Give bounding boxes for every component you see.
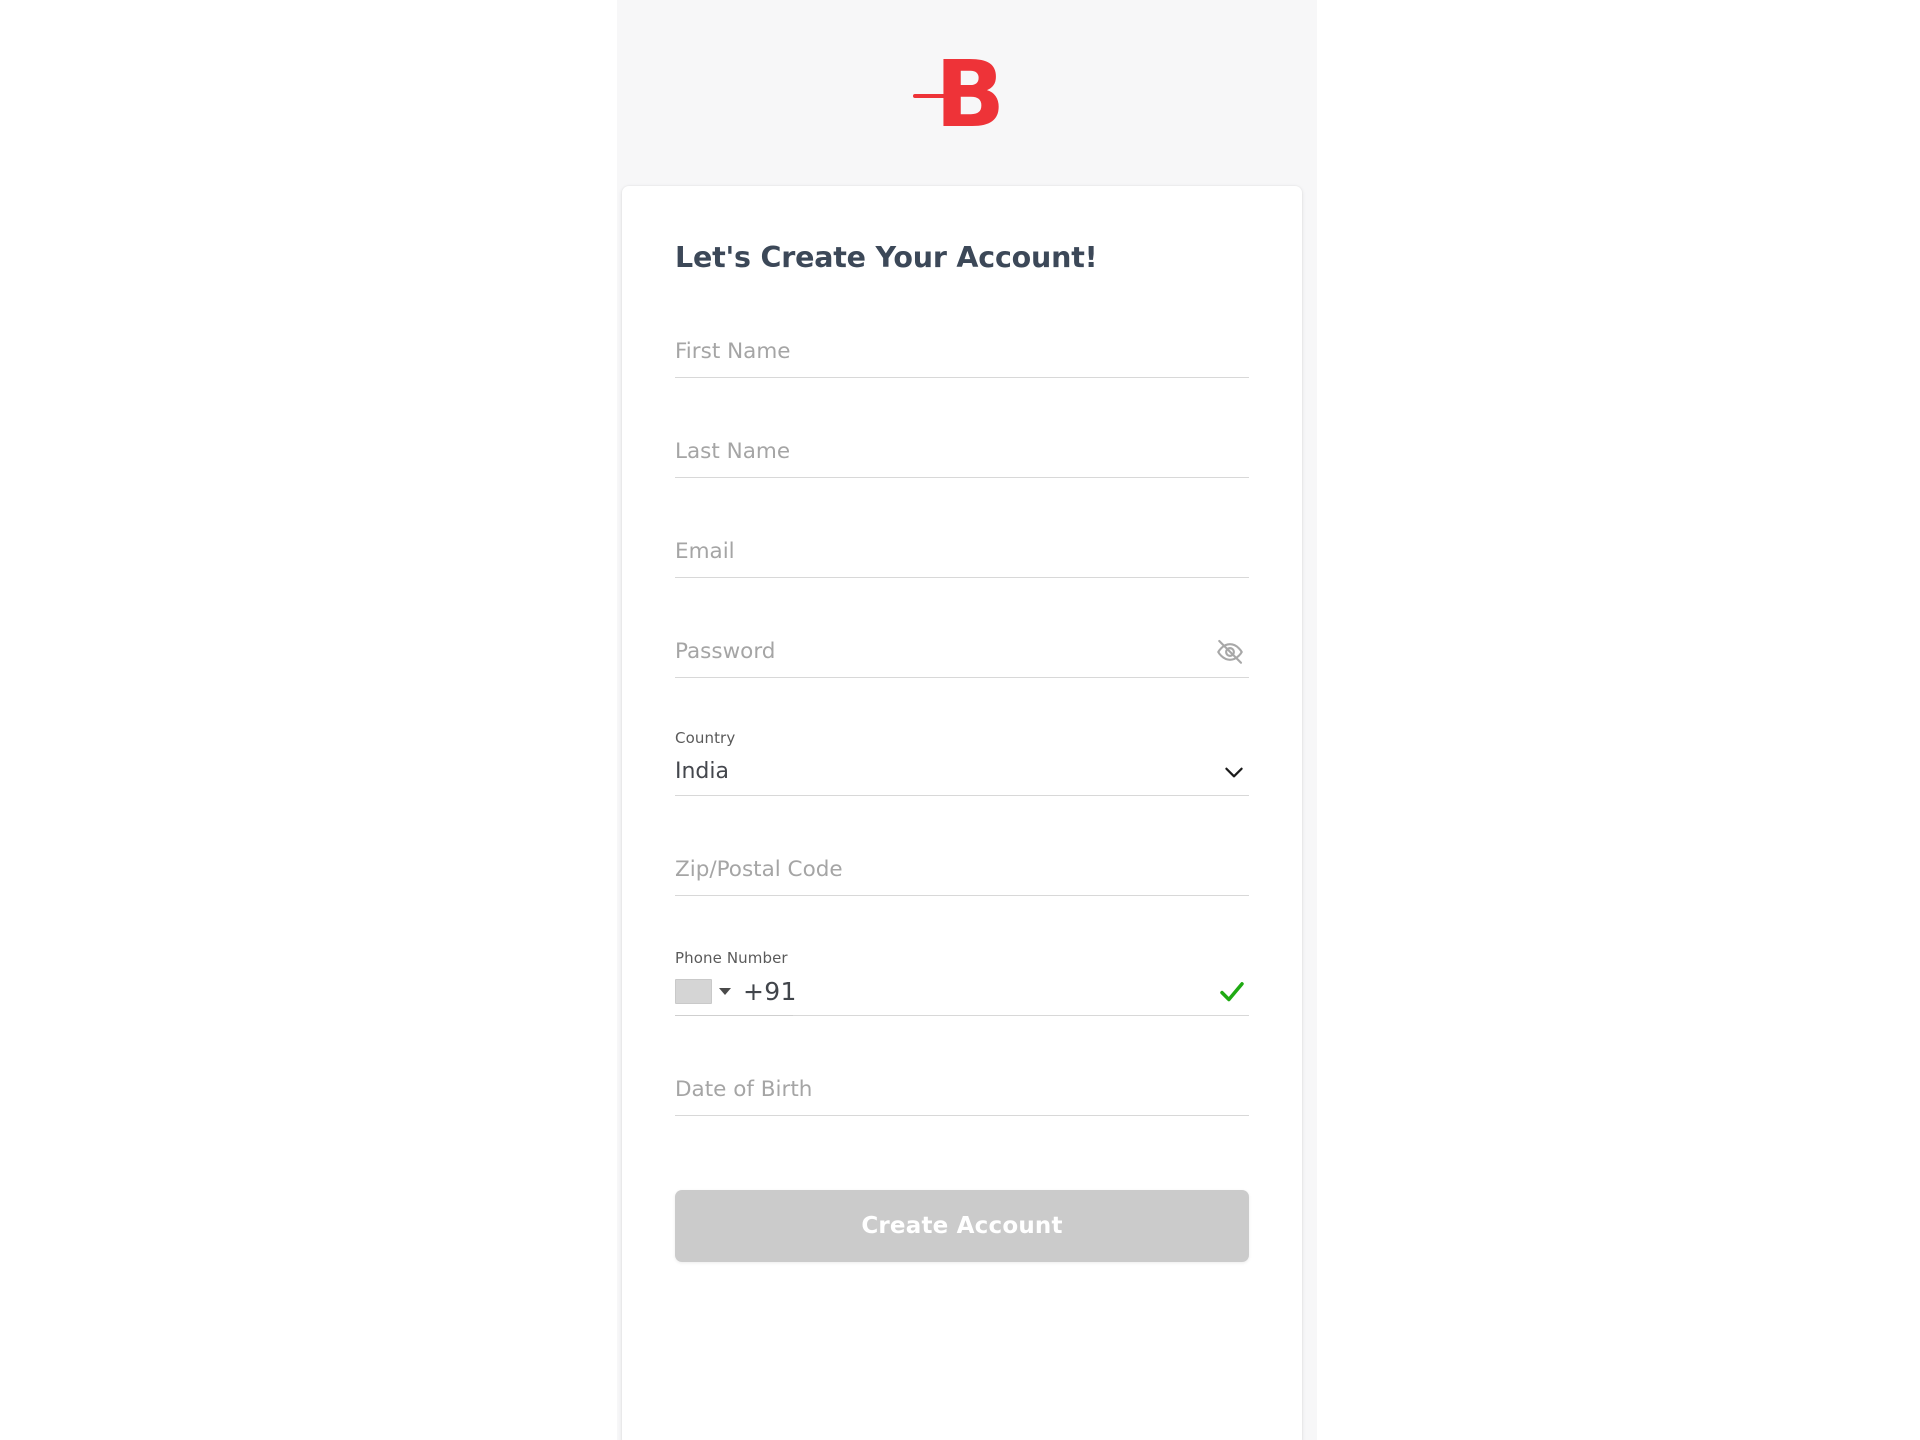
password-underline <box>675 677 1249 678</box>
country-underline <box>675 795 1249 796</box>
first-name-underline <box>675 377 1249 378</box>
phone-dial-code: +91 <box>743 977 797 1006</box>
zip-code-underline <box>675 895 1249 896</box>
country-label: Country <box>675 729 736 747</box>
submit-area: Create Account <box>675 1190 1249 1262</box>
phone-country-selector[interactable]: +91 <box>675 977 797 1006</box>
country-flag-placeholder-icon <box>675 979 712 1004</box>
email-field[interactable]: Email <box>675 522 1249 578</box>
email-underline <box>675 577 1249 578</box>
date-of-birth-underline <box>675 1115 1249 1116</box>
eye-off-icon[interactable] <box>1214 636 1246 668</box>
email-placeholder: Email <box>675 539 735 564</box>
date-of-birth-placeholder: Date of Birth <box>675 1077 813 1102</box>
first-name-field[interactable]: First Name <box>675 322 1249 378</box>
last-name-field[interactable]: Last Name <box>675 422 1249 478</box>
brand-letter: B <box>935 41 1005 148</box>
country-value: India <box>675 759 729 784</box>
app-column: B Let's Create Your Account! First Name … <box>617 0 1317 1440</box>
country-select[interactable]: Country India <box>675 729 1249 796</box>
brand-logo-area: B <box>617 0 1317 186</box>
phone-number-label: Phone Number <box>675 949 788 967</box>
first-name-placeholder: First Name <box>675 339 791 364</box>
brand-b-logo: B <box>907 41 1027 148</box>
zip-code-placeholder: Zip/Postal Code <box>675 857 843 882</box>
page-title: Let's Create Your Account! <box>675 241 1098 274</box>
signup-card: Let's Create Your Account! First Name La… <box>622 186 1302 1440</box>
last-name-underline <box>675 477 1249 478</box>
check-valid-icon <box>1217 977 1247 1007</box>
password-field[interactable]: Password <box>675 622 1249 678</box>
zip-code-field[interactable]: Zip/Postal Code <box>675 840 1249 896</box>
create-account-button[interactable]: Create Account <box>675 1190 1249 1262</box>
password-placeholder: Password <box>675 639 776 664</box>
phone-underline-selector-segment <box>675 1015 793 1016</box>
caret-down-icon[interactable] <box>719 988 731 995</box>
phone-number-field[interactable]: Phone Number +91 <box>675 949 1249 1016</box>
chevron-down-icon[interactable] <box>1219 757 1249 787</box>
page-viewport: B Let's Create Your Account! First Name … <box>0 0 1920 1440</box>
date-of-birth-field[interactable]: Date of Birth <box>675 1060 1249 1116</box>
last-name-placeholder: Last Name <box>675 439 791 464</box>
